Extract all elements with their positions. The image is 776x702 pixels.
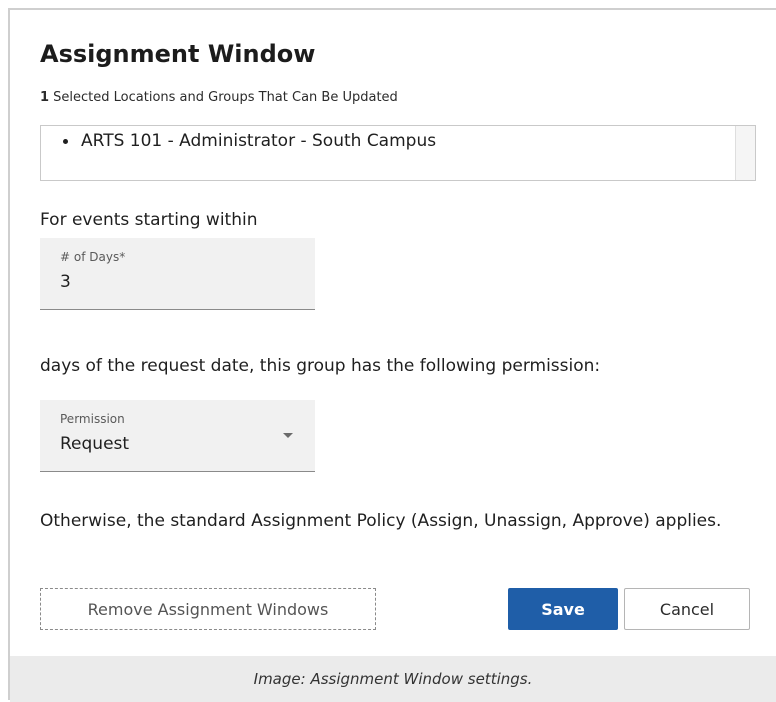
- days-of-request-text: days of the request date, this group has…: [40, 356, 601, 376]
- cancel-button[interactable]: Cancel: [624, 588, 750, 630]
- days-field-value: 3: [60, 272, 71, 292]
- assignment-window-dialog: Assignment Window 1 Selected Locations a…: [8, 8, 776, 702]
- remove-assignment-windows-button[interactable]: Remove Assignment Windows: [40, 588, 376, 630]
- selected-items-list: ARTS 101 - Administrator - South Campus: [41, 126, 755, 152]
- image-caption: Image: Assignment Window settings.: [10, 656, 776, 702]
- chevron-down-icon[interactable]: [283, 433, 293, 438]
- selected-count: 1: [40, 90, 50, 105]
- list-item: ARTS 101 - Administrator - South Campus: [63, 130, 755, 152]
- permission-select[interactable]: Permission Request: [40, 400, 315, 472]
- selected-locations-list[interactable]: ARTS 101 - Administrator - South Campus: [40, 125, 756, 181]
- days-field[interactable]: # of Days* 3: [40, 238, 315, 310]
- list-scrollbar[interactable]: [735, 126, 755, 180]
- selected-caption-text: Selected Locations and Groups That Can B…: [49, 90, 398, 105]
- selected-locations-caption: 1 Selected Locations and Groups That Can…: [40, 90, 398, 105]
- events-within-label: For events starting within: [40, 210, 258, 230]
- otherwise-text: Otherwise, the standard Assignment Polic…: [40, 511, 722, 531]
- permission-field-value: Request: [60, 434, 130, 454]
- save-button[interactable]: Save: [508, 588, 618, 630]
- days-field-label: # of Days*: [60, 250, 126, 264]
- permission-field-label: Permission: [60, 412, 125, 426]
- dialog-title: Assignment Window: [40, 40, 316, 68]
